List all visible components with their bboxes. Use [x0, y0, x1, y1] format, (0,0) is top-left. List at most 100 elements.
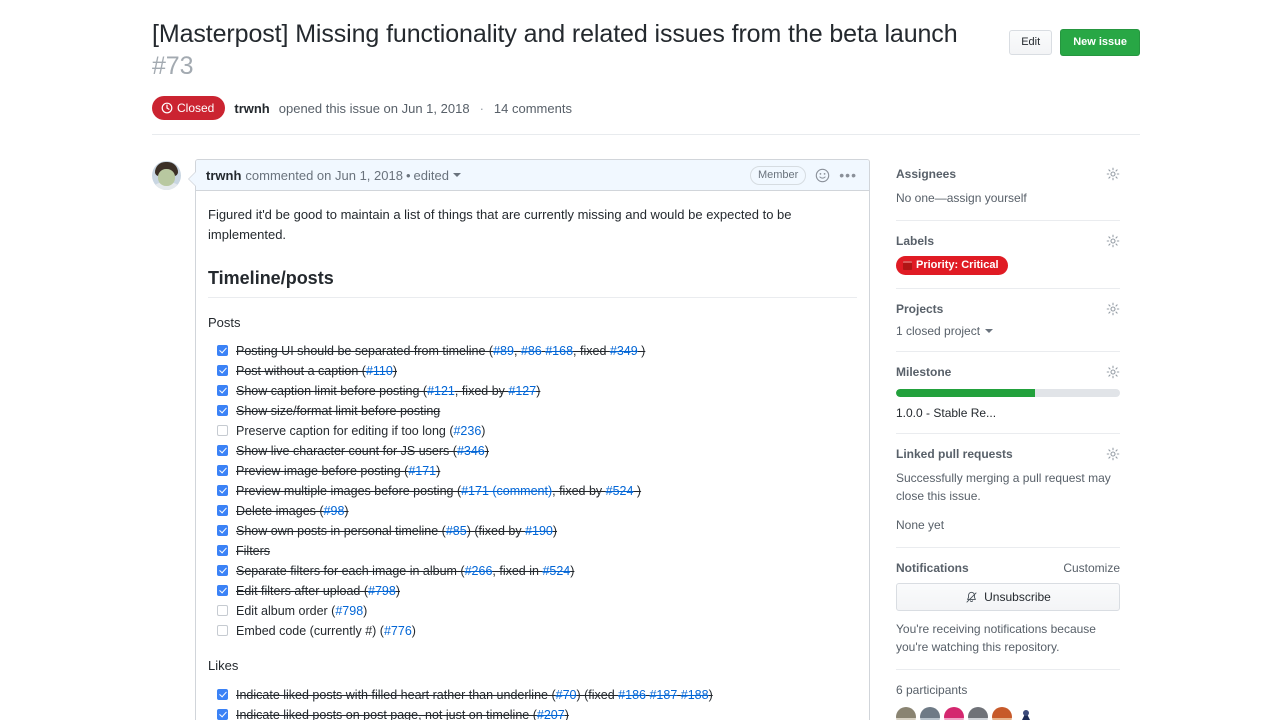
task-checkbox[interactable] — [217, 465, 228, 477]
milestone-progress-bar — [896, 389, 1120, 397]
issue-link[interactable]: #266 — [465, 564, 493, 578]
issue-link[interactable]: #171 — [408, 464, 436, 478]
label-priority-critical[interactable]: Priority: Critical — [896, 256, 1008, 275]
task-label: Show size/format limit before posting — [236, 404, 441, 419]
participant-avatar[interactable] — [896, 707, 916, 720]
notifications-title: Notifications — [896, 561, 969, 575]
issue-link[interactable]: #188 — [681, 688, 709, 702]
header-actions: Edit New issue — [1009, 29, 1140, 56]
gear-icon[interactable] — [1106, 234, 1120, 248]
labels-header: Labels — [896, 234, 1120, 248]
customize-link[interactable]: Customize — [1063, 561, 1120, 575]
participant-avatar[interactable] — [1016, 707, 1036, 720]
participant-avatar[interactable] — [992, 707, 1012, 720]
milestone-title: Milestone — [896, 365, 952, 379]
issue-link[interactable]: #85 — [446, 524, 467, 538]
comment-edited-label[interactable]: edited — [414, 168, 449, 183]
task-checkbox[interactable] — [217, 505, 228, 517]
issue-link[interactable]: #524 — [542, 564, 570, 578]
issue-link[interactable]: #110 — [366, 364, 393, 378]
avatar-top — [896, 707, 916, 718]
issue-link[interactable]: #168 — [545, 344, 573, 358]
issue-link[interactable]: #349 — [610, 344, 638, 358]
sidebar-section-assignees: Assignees No one—assign yourself — [896, 167, 1120, 221]
issue-link[interactable]: #86 — [521, 344, 542, 358]
comment-body: Figured it'd be good to maintain a list … — [196, 191, 869, 720]
task-checkbox[interactable] — [217, 625, 228, 637]
task-checkbox[interactable] — [217, 345, 228, 357]
issue-link[interactable]: #186 — [618, 688, 646, 702]
unsubscribe-button[interactable]: Unsubscribe — [896, 583, 1120, 611]
task-list-item: Show caption limit before posting (#121,… — [217, 381, 857, 401]
comments-count[interactable]: 14 comments — [494, 101, 572, 116]
main-column: trwnh commented on Jun 1, 2018 • edited … — [152, 159, 870, 720]
participant-avatar[interactable] — [920, 707, 940, 720]
task-label: Preserve caption for editing if too long… — [236, 424, 486, 439]
issue-link[interactable]: #524 — [606, 484, 634, 498]
task-list: Indicate liked posts with filled heart r… — [208, 685, 857, 720]
issue-link[interactable]: #776 — [384, 624, 412, 638]
member-badge: Member — [749, 165, 807, 185]
issue-link[interactable]: #171 (comment) — [461, 484, 552, 498]
task-label: Show live character count for JS users (… — [236, 444, 489, 459]
issue-link[interactable]: #121 — [427, 384, 455, 398]
task-checkbox[interactable] — [217, 405, 228, 417]
issue-link[interactable]: #70 — [556, 688, 577, 702]
issue-link[interactable]: #98 — [324, 504, 345, 518]
avatar-top — [968, 707, 988, 718]
linked-prs-title: Linked pull requests — [896, 447, 1013, 461]
gear-icon[interactable] — [1106, 167, 1120, 181]
comment-author[interactable]: trwnh — [206, 168, 241, 183]
avatar[interactable] — [152, 161, 181, 190]
task-checkbox[interactable] — [217, 365, 228, 377]
issue-link[interactable]: #346 — [457, 444, 485, 458]
emoji-reaction-icon[interactable] — [815, 168, 830, 183]
page-title: [Masterpost] Missing functionality and r… — [152, 18, 992, 82]
participant-avatar[interactable] — [968, 707, 988, 720]
issue-link[interactable]: #207 — [537, 708, 565, 720]
task-checkbox[interactable] — [217, 485, 228, 497]
task-checkbox[interactable] — [217, 385, 228, 397]
participant-avatar[interactable] — [944, 707, 964, 720]
task-checkbox[interactable] — [217, 545, 228, 557]
new-issue-button[interactable]: New issue — [1060, 29, 1140, 56]
issue-link[interactable]: #798 — [335, 604, 363, 618]
labels-title: Labels — [896, 234, 935, 248]
chevron-down-icon — [985, 329, 994, 333]
task-checkbox[interactable] — [217, 605, 228, 617]
comment-box: trwnh commented on Jun 1, 2018 • edited … — [188, 159, 870, 720]
assignees-title: Assignees — [896, 167, 957, 181]
gear-icon[interactable] — [1106, 447, 1120, 461]
issue-number: #73 — [152, 52, 194, 80]
task-group-label: Likes — [208, 658, 239, 674]
issue-page: [Masterpost] Missing functionality and r… — [0, 0, 1280, 720]
issue-link[interactable]: #236 — [453, 424, 481, 438]
assignees-value[interactable]: No one—assign yourself — [896, 189, 1120, 207]
issue-link[interactable]: #187 — [649, 688, 677, 702]
unsubscribe-label: Unsubscribe — [984, 590, 1051, 604]
task-checkbox[interactable] — [217, 688, 228, 700]
task-checkbox[interactable] — [217, 708, 228, 720]
projects-value-row[interactable]: 1 closed project — [896, 324, 1120, 338]
issue-author[interactable]: trwnh — [234, 101, 269, 116]
issue-link[interactable]: #190 — [525, 524, 553, 538]
task-checkbox[interactable] — [217, 445, 228, 457]
task-checkbox[interactable] — [217, 525, 228, 537]
edit-button[interactable]: Edit — [1009, 30, 1053, 55]
issue-link[interactable]: #89 — [493, 344, 514, 358]
task-checkbox[interactable] — [217, 565, 228, 577]
assignees-header: Assignees — [896, 167, 1120, 181]
comment-dot: • — [405, 167, 411, 183]
gear-icon[interactable] — [1106, 302, 1120, 316]
kebab-menu-icon[interactable]: ••• — [839, 168, 857, 182]
task-label: Post without a caption (#110) — [236, 364, 397, 379]
issue-link[interactable]: #798 — [368, 584, 396, 598]
milestone-name[interactable]: 1.0.0 - Stable Re... — [896, 406, 1120, 420]
task-checkbox[interactable] — [217, 585, 228, 597]
title-row: [Masterpost] Missing functionality and r… — [152, 18, 1140, 82]
task-list-item: Posting UI should be separated from time… — [217, 341, 857, 361]
issue-link[interactable]: #127 — [508, 384, 536, 398]
gear-icon[interactable] — [1106, 365, 1120, 379]
task-checkbox[interactable] — [217, 425, 228, 437]
chevron-down-icon[interactable] — [452, 173, 461, 177]
